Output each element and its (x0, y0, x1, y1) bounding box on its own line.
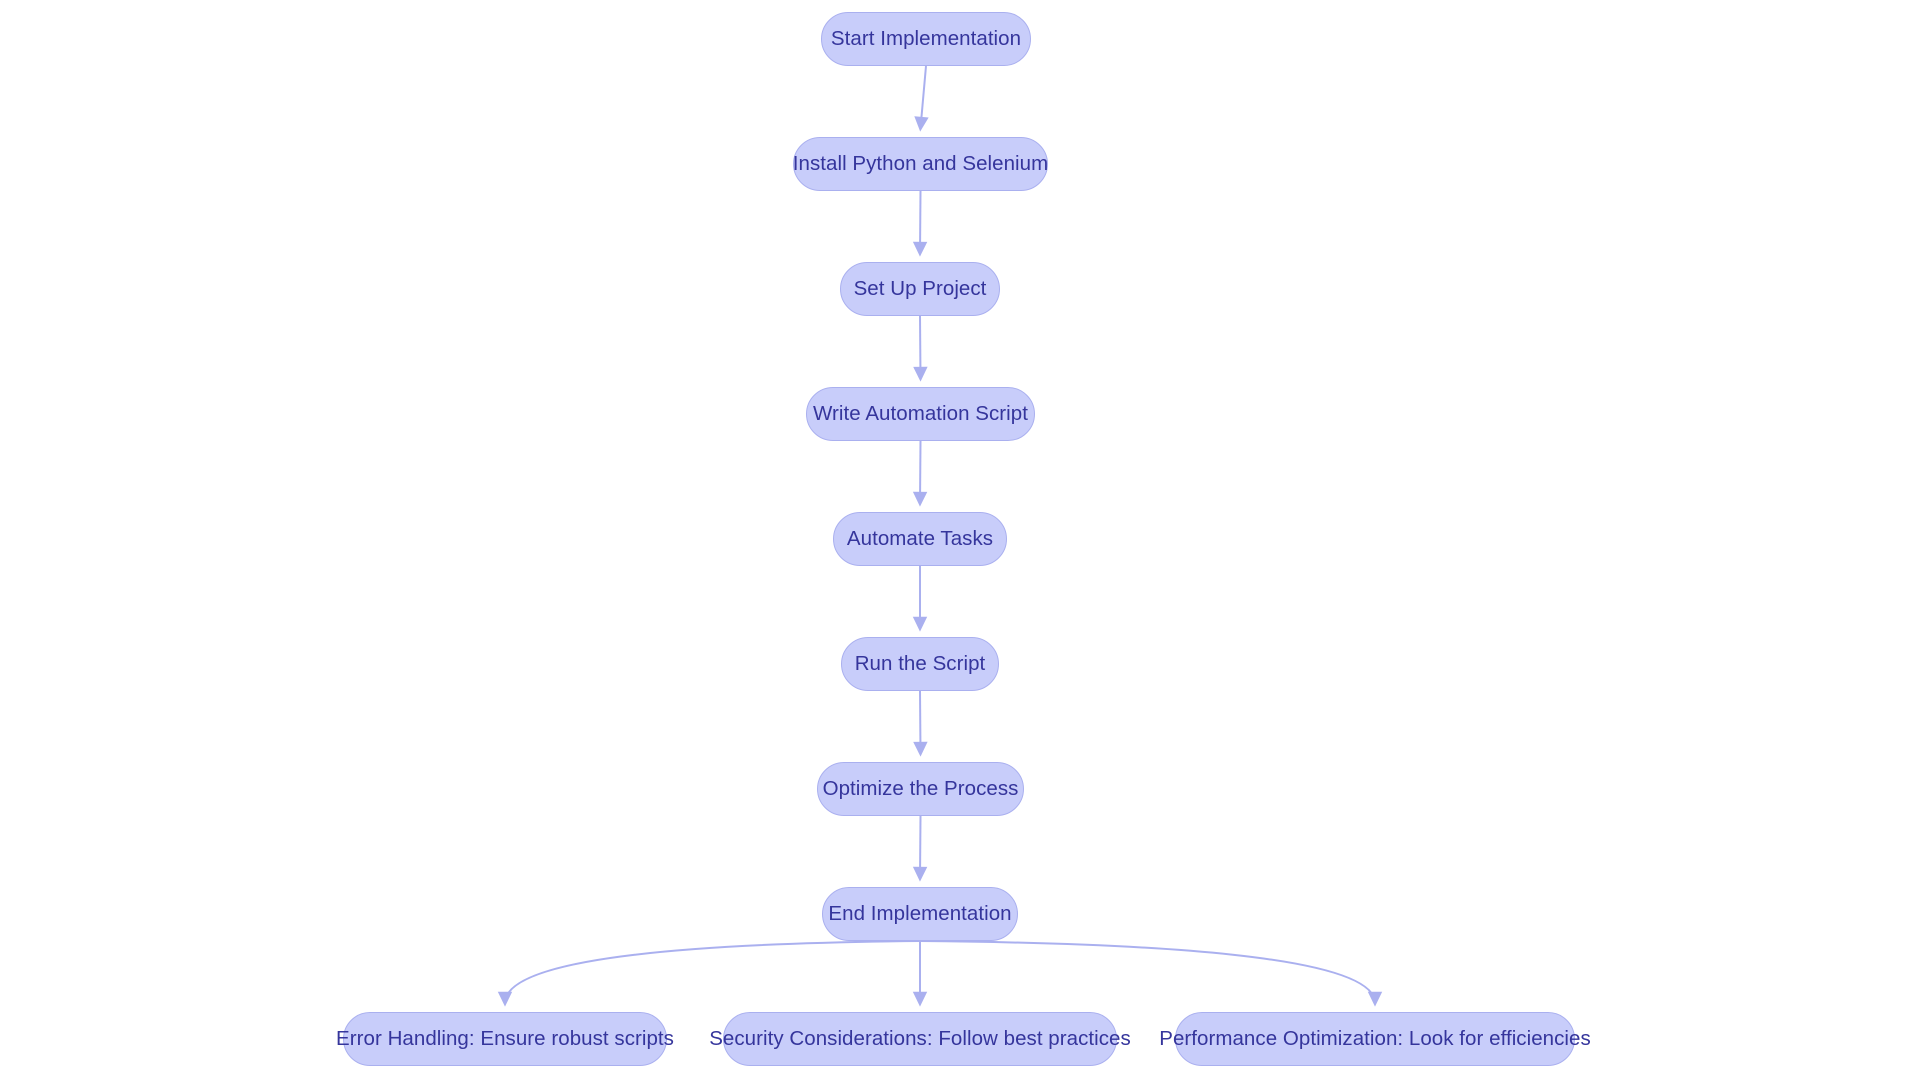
node-security-considerations[interactable]: Security Considerations: Follow best pra… (709, 1012, 1131, 1066)
edge-write-to-automate (912, 440, 928, 507)
node-error-handling[interactable]: Error Handling: Ensure robust scripts (336, 1012, 674, 1066)
node-label-write: Write Automation Script (813, 401, 1028, 425)
node-label-run: Run the Script (854, 651, 986, 675)
node-label-end: End Implementation (828, 901, 1012, 925)
edge-install-to-setup (912, 190, 928, 257)
node-set-up-project[interactable]: Set Up Project (840, 262, 1000, 316)
node-write-automation-script[interactable]: Write Automation Script (806, 387, 1035, 441)
node-label-error-handling: Error Handling: Ensure robust scripts (336, 1026, 674, 1050)
flowchart-canvas: Start Implementation Install Python and … (0, 0, 1920, 1080)
node-start[interactable]: Start Implementation (821, 12, 1031, 66)
node-label-start: Start Implementation (830, 26, 1022, 50)
edge-run-to-optimize (913, 690, 928, 757)
node-label-security: Security Considerations: Follow best pra… (709, 1026, 1131, 1050)
node-run-the-script[interactable]: Run the Script (841, 637, 999, 691)
node-automate-tasks[interactable]: Automate Tasks (833, 512, 1007, 566)
node-end-implementation[interactable]: End Implementation (822, 887, 1018, 941)
edge-optimize-to-end (912, 815, 928, 882)
edge-start-to-install (914, 65, 929, 132)
node-install-python-and-selenium[interactable]: Install Python and Selenium (793, 137, 1048, 191)
node-performance-optimization[interactable]: Performance Optimization: Look for effic… (1159, 1012, 1591, 1066)
node-label-performance: Performance Optimization: Look for effic… (1159, 1026, 1591, 1050)
node-label-setup: Set Up Project (853, 276, 987, 300)
edge-end-to-error (497, 940, 921, 1007)
edge-end-to-performance (919, 940, 1383, 1007)
edge-setup-to-write (913, 315, 928, 382)
node-label-automate: Automate Tasks (846, 526, 994, 550)
node-label-optimize: Optimize the Process (822, 776, 1019, 800)
node-optimize-the-process[interactable]: Optimize the Process (817, 762, 1024, 816)
node-label-install: Install Python and Selenium (792, 151, 1049, 175)
